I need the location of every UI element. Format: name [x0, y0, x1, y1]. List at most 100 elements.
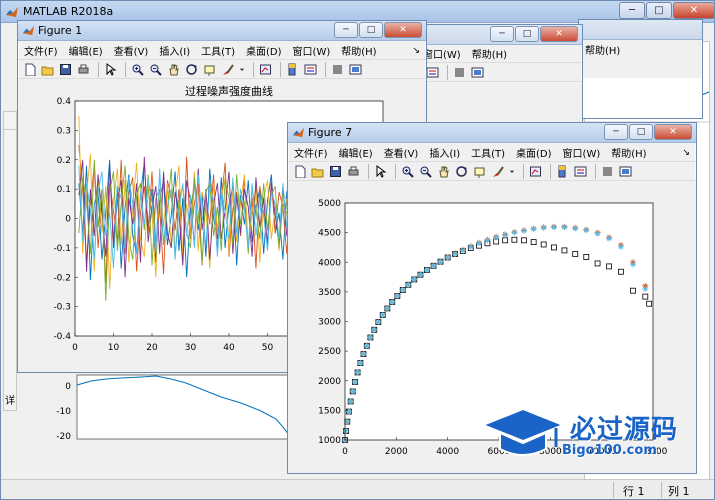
figure-1-minimize-button[interactable]: ─	[334, 22, 358, 38]
pointer-icon[interactable]	[103, 62, 118, 77]
menu-view[interactable]: 查看(V)	[114, 43, 149, 58]
show-plot-tools-icon[interactable]	[470, 65, 485, 80]
menu-insert[interactable]: 插入(I)	[159, 43, 190, 58]
brush-dropdown-icon[interactable]	[238, 62, 246, 77]
data-cursor-icon[interactable]	[472, 164, 487, 179]
main-minimize-button[interactable]: ─	[619, 2, 645, 19]
menu-help[interactable]: 帮助(H)	[611, 145, 646, 160]
figure-7-titlebar[interactable]: Figure 7 ─ □ ✕	[288, 123, 696, 143]
toolbar-separator	[395, 163, 396, 179]
menu-tools[interactable]: 工具(T)	[471, 145, 505, 160]
y-tick-label: 4000	[318, 258, 341, 268]
y-tick-label: -0.4	[53, 332, 71, 342]
figure-7-maximize-button[interactable]: □	[629, 124, 653, 140]
open-folder-icon[interactable]	[40, 62, 55, 77]
watermark: 必过源码 Bigo100.com	[478, 403, 698, 465]
y-tick-label: 3000	[318, 318, 341, 328]
show-plot-tools-icon[interactable]	[618, 164, 633, 179]
figure-1-menubar: 文件(F) 编辑(E) 查看(V) 插入(I) 工具(T) 桌面(D) 窗口(W…	[18, 42, 426, 59]
main-window-title: MATLAB R2018a	[23, 5, 114, 18]
main-maximize-button[interactable]: □	[646, 2, 672, 19]
menu-window[interactable]: 窗口(W)	[563, 145, 601, 160]
y-tick-label: 0.1	[57, 185, 71, 195]
pan-hand-icon[interactable]	[166, 62, 181, 77]
y-tick-label: 5000	[318, 199, 341, 209]
toolbar-separator	[447, 64, 448, 80]
pan-hand-icon[interactable]	[436, 164, 451, 179]
show-plot-tools-icon[interactable]	[348, 62, 363, 77]
menu-file[interactable]: 文件(F)	[24, 43, 58, 58]
legend-icon[interactable]	[573, 164, 588, 179]
colorbar-icon[interactable]	[555, 164, 570, 179]
figure-back-2-maximize[interactable]: □	[515, 26, 539, 42]
x-tick-label: 10	[108, 343, 120, 353]
figure-1-titlebar[interactable]: Figure 1 ─ □ ✕	[18, 21, 426, 41]
save-icon[interactable]	[58, 62, 73, 77]
figure-window-back-2[interactable]: ─ □ ✕ 窗口(W) 帮助(H)	[400, 24, 583, 124]
figure-back-2-close[interactable]: ✕	[540, 26, 578, 42]
hide-plot-tools-icon[interactable]	[600, 164, 615, 179]
link-plot-icon[interactable]	[258, 62, 273, 77]
open-folder-icon[interactable]	[310, 164, 325, 179]
figure-back-3-titlebar[interactable]	[579, 20, 702, 40]
menu-view[interactable]: 查看(V)	[384, 145, 419, 160]
menu-help[interactable]: 帮助(H)	[341, 43, 376, 58]
zoom-in-icon[interactable]	[130, 62, 145, 77]
x-tick-label: 40	[223, 343, 235, 353]
pointer-icon[interactable]	[373, 164, 388, 179]
brush-icon[interactable]	[490, 164, 505, 179]
figure-7-close-button[interactable]: ✕	[654, 124, 692, 140]
print-icon[interactable]	[346, 164, 361, 179]
data-cursor-icon[interactable]	[202, 62, 217, 77]
menu-desktop[interactable]: 桌面(D)	[246, 43, 282, 58]
figure-back-2-menu-help[interactable]: 帮助(H)	[472, 46, 507, 61]
menu-window[interactable]: 窗口(W)	[293, 43, 331, 58]
legend-icon[interactable]	[425, 65, 440, 80]
figure-1-maximize-button[interactable]: □	[359, 22, 383, 38]
zoom-out-icon[interactable]	[148, 62, 163, 77]
save-icon[interactable]	[328, 164, 343, 179]
menu-dock-arrow[interactable]: ↘	[682, 148, 690, 158]
print-icon[interactable]	[76, 62, 91, 77]
watermark-text: 必过源码	[570, 415, 679, 445]
colorbar-icon[interactable]	[285, 62, 300, 77]
new-file-icon[interactable]	[292, 164, 307, 179]
zoom-in-icon[interactable]	[400, 164, 415, 179]
bg-left-label: 详	[5, 396, 15, 407]
brush-icon[interactable]	[220, 62, 235, 77]
figure-window-back-3[interactable]: 帮助(H)	[578, 19, 703, 119]
figure-1-close-button[interactable]: ✕	[384, 22, 422, 38]
rotate-3d-icon[interactable]	[184, 62, 199, 77]
status-row-label: 行 1	[623, 485, 645, 498]
zoom-out-icon[interactable]	[418, 164, 433, 179]
y-tick-label: -0.1	[53, 244, 71, 254]
toolbar-separator	[325, 61, 326, 77]
legend-icon[interactable]	[303, 62, 318, 77]
menu-insert[interactable]: 插入(I)	[429, 145, 460, 160]
figure-back-3-plot-area	[579, 78, 702, 118]
graduation-cap-logo-icon	[480, 407, 566, 456]
link-plot-icon[interactable]	[528, 164, 543, 179]
figure-back-2-titlebar[interactable]: ─ □ ✕	[401, 25, 582, 45]
menu-edit[interactable]: 编辑(E)	[69, 43, 103, 58]
figure-7-minimize-button[interactable]: ─	[604, 124, 628, 140]
menu-edit[interactable]: 编辑(E)	[339, 145, 373, 160]
main-close-button[interactable]: ✕	[673, 2, 715, 19]
menu-desktop[interactable]: 桌面(D)	[516, 145, 552, 160]
hide-plot-tools-icon[interactable]	[330, 62, 345, 77]
new-file-icon[interactable]	[22, 62, 37, 77]
y-tick-label: -0.2	[53, 273, 71, 283]
bg-left-panel: 详	[3, 111, 17, 411]
menu-file[interactable]: 文件(F)	[294, 145, 328, 160]
x-tick-label: 0	[72, 343, 78, 353]
matlab-logo-icon	[6, 7, 18, 17]
menu-tools[interactable]: 工具(T)	[201, 43, 235, 58]
hide-plot-tools-icon[interactable]	[452, 65, 467, 80]
figure-back-2-menu-window[interactable]: 窗口(W)	[423, 46, 461, 61]
brush-dropdown-icon[interactable]	[508, 164, 516, 179]
menu-dock-arrow[interactable]: ↘	[412, 46, 420, 56]
figure-back-2-minimize[interactable]: ─	[490, 26, 514, 42]
figure-back-3-menu-help[interactable]: 帮助(H)	[585, 42, 620, 57]
bg-plot-svg: 0 -10 -20	[56, 374, 291, 442]
rotate-3d-icon[interactable]	[454, 164, 469, 179]
